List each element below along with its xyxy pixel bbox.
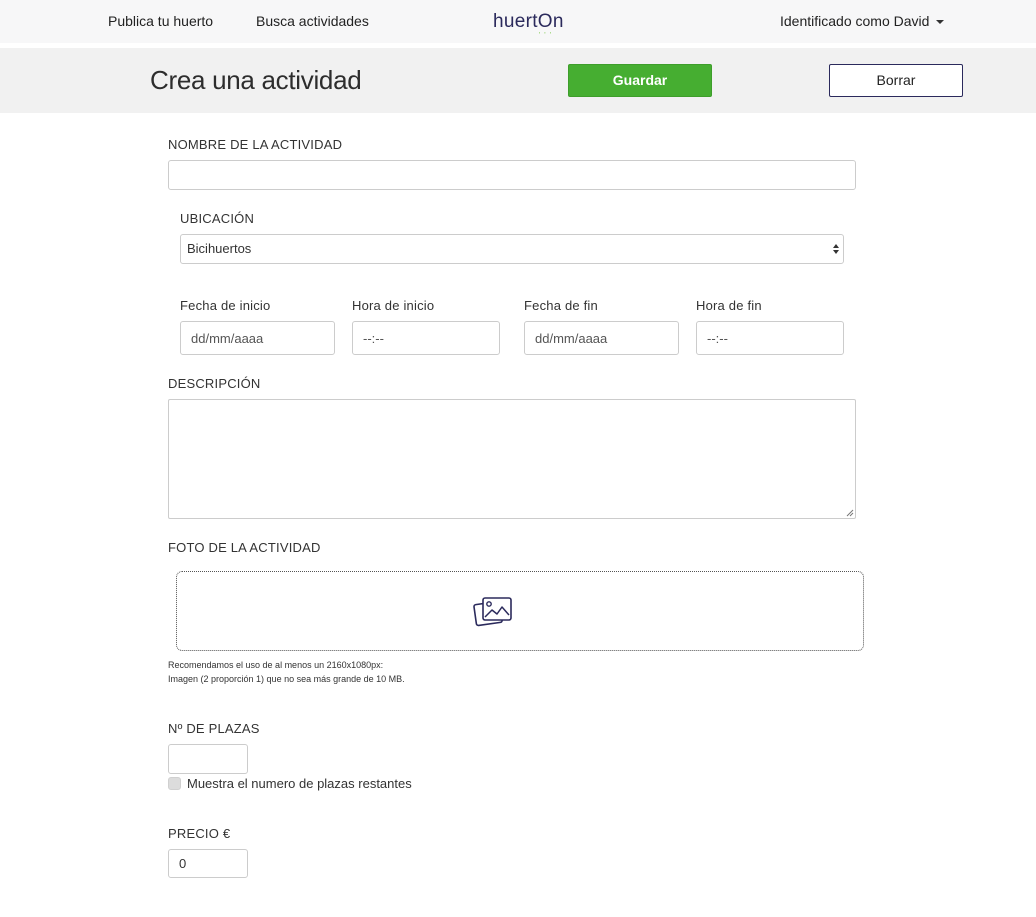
photo-dropzone[interactable] xyxy=(176,571,864,651)
activity-name-input[interactable] xyxy=(168,160,856,190)
location-select-value: Bicihuertos xyxy=(187,241,252,256)
start-time-label: Hora de inicio xyxy=(352,298,435,313)
start-date-input[interactable] xyxy=(180,321,335,355)
top-navbar: Publica tu huerto Busca actividades huer… xyxy=(0,0,1036,43)
show-remaining-spots-label[interactable]: Muestra el numero de plazas restantes xyxy=(187,776,412,791)
logo[interactable]: huertOn xyxy=(493,11,564,33)
select-arrows-icon xyxy=(833,244,839,254)
activity-name-label: NOMBRE DE LA ACTIVIDAD xyxy=(168,137,343,152)
location-label: UBICACIÓN xyxy=(180,211,255,226)
image-gallery-icon xyxy=(473,597,512,627)
end-time-input[interactable] xyxy=(696,321,844,355)
spots-label: Nº DE PLAZAS xyxy=(168,721,260,736)
page-header: Crea una actividad Guardar Borrar xyxy=(0,48,1036,113)
description-label: DESCRIPCIÓN xyxy=(168,376,261,391)
nav-link-search-activities[interactable]: Busca actividades xyxy=(256,13,369,29)
page-title: Crea una actividad xyxy=(150,65,362,95)
nav-link-publish[interactable]: Publica tu huerto xyxy=(108,13,213,29)
end-time-label: Hora de fin xyxy=(696,298,762,313)
logo-sprout-icon: ' ' ' xyxy=(539,32,552,39)
price-label: PRECIO € xyxy=(168,826,231,841)
spots-input[interactable] xyxy=(168,744,248,774)
location-select[interactable]: Bicihuertos xyxy=(180,234,844,264)
end-date-label: Fecha de fin xyxy=(524,298,598,313)
resize-handle-icon[interactable] xyxy=(846,509,854,517)
photo-hint-line-2: Imagen (2 proporción 1) que no sea más g… xyxy=(168,674,405,684)
description-textarea[interactable] xyxy=(168,399,856,519)
end-date-input[interactable] xyxy=(524,321,679,355)
photo-hint-line-1: Recomendamos el uso de al menos un 2160x… xyxy=(168,660,384,670)
photo-label: FOTO DE LA ACTIVIDAD xyxy=(168,540,321,555)
user-menu[interactable]: Identificado como David xyxy=(780,13,945,29)
delete-button[interactable]: Borrar xyxy=(829,64,963,97)
save-button[interactable]: Guardar xyxy=(568,64,712,97)
start-date-label: Fecha de inicio xyxy=(180,298,271,313)
user-menu-label: Identificado como David xyxy=(780,13,930,29)
chevron-down-icon xyxy=(936,20,945,25)
start-time-input[interactable] xyxy=(352,321,500,355)
show-remaining-spots-checkbox[interactable] xyxy=(168,777,181,790)
price-input[interactable] xyxy=(168,849,248,878)
